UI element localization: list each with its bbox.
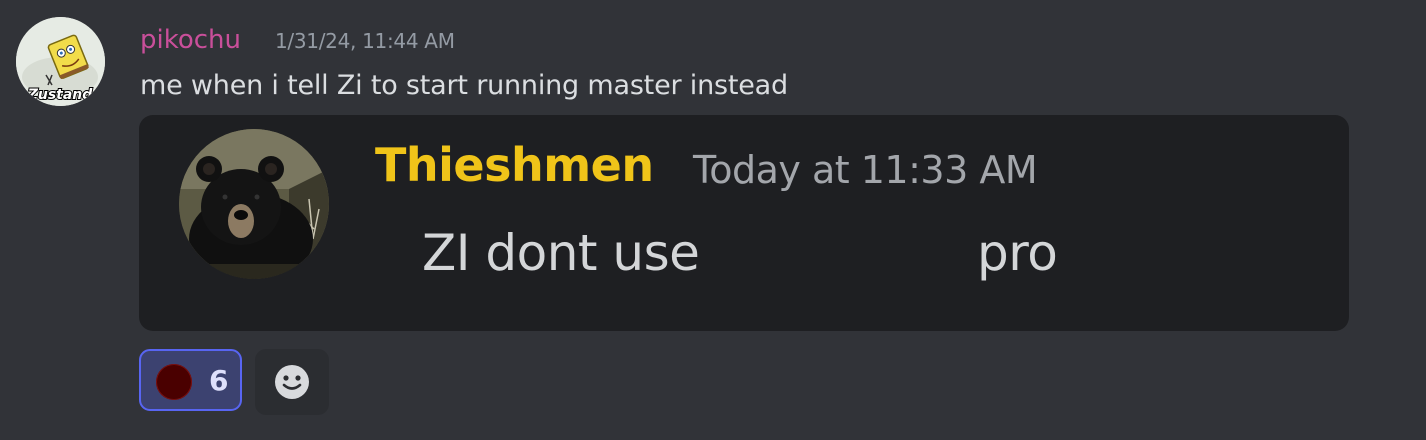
add-reaction-smiley-icon [275, 365, 309, 399]
embed-text-left: ZI dont use [422, 224, 700, 282]
embed-timestamp: Today at 11:33 AM [693, 148, 1038, 192]
embed-author-name: Thieshmen [375, 138, 654, 192]
reaction-count: 6 [209, 364, 229, 397]
message-text: me when i tell Zi to start running maste… [140, 70, 788, 101]
sponge-avatar-icon: Zustand [16, 17, 105, 106]
embedded-image[interactable]: Thieshmen Today at 11:33 AM ZI dont use … [139, 115, 1349, 331]
black-bear-avatar-icon [179, 129, 329, 279]
add-reaction-button[interactable] [255, 349, 329, 415]
embed-text-right: pro [977, 224, 1058, 282]
message-timestamp: 1/31/24, 11:44 AM [275, 29, 455, 53]
reaction-button[interactable]: 6 [139, 349, 242, 411]
author-avatar[interactable]: Zustand [16, 17, 105, 106]
author-name[interactable]: pikochu [140, 22, 241, 58]
avatar-caption: Zustand [27, 87, 94, 103]
red-circle-icon [156, 364, 192, 400]
embed-avatar [179, 129, 329, 279]
